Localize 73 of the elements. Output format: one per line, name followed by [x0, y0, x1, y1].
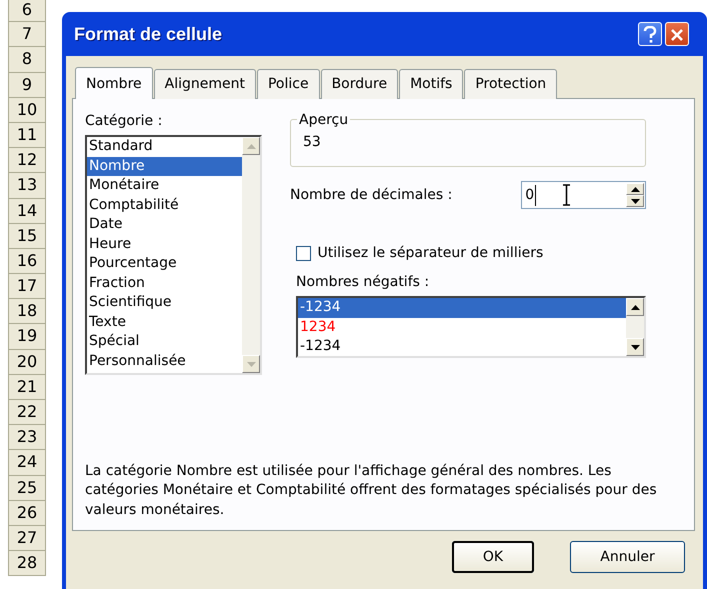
- up-arrow-icon: [630, 186, 640, 192]
- down-arrow-icon: [630, 344, 640, 350]
- list-item[interactable]: Nombre: [87, 156, 242, 176]
- row-header[interactable]: 24: [8, 450, 46, 476]
- down-arrow-icon: [630, 198, 640, 204]
- negative-numbers-label: Nombres négatifs :: [296, 273, 430, 292]
- row-header[interactable]: 10: [8, 98, 46, 123]
- category-list[interactable]: Standard Nombre Monétaire Comptabilité Date Heure Pourcentage Fraction Scientifique Texte Spécial Personnalisée: [85, 135, 262, 376]
- row-header[interactable]: 13: [8, 173, 46, 198]
- list-item[interactable]: -1234: [298, 298, 626, 318]
- scroll-up-button[interactable]: [626, 298, 644, 316]
- row-header[interactable]: 22: [8, 400, 46, 426]
- row-header[interactable]: 14: [8, 198, 46, 224]
- spin-down-button[interactable]: [626, 195, 644, 207]
- decimals-value: 0: [522, 184, 536, 206]
- row-header[interactable]: 23: [8, 425, 46, 450]
- tab[interactable]: Protection: [464, 69, 558, 99]
- category-label: Catégorie :: [85, 112, 164, 131]
- row-header[interactable]: 27: [8, 526, 46, 552]
- list-item[interactable]: Spécial: [87, 332, 242, 352]
- description-text: La catégorie Nombre est utilisée pour l'affichage général des nombres. Les catégories Monétaire et Comptabilité offrent des formatages spécialisés pour des valeurs monétaires.: [85, 462, 658, 520]
- row-header[interactable]: 9: [8, 72, 46, 98]
- close-button[interactable]: [665, 22, 689, 46]
- tab[interactable]: Police: [256, 69, 320, 99]
- decimals-label: Nombre de décimales :: [290, 186, 452, 204]
- list-item[interactable]: Monétaire: [87, 176, 242, 196]
- up-arrow-icon: [630, 304, 640, 310]
- spin-up-button[interactable]: [626, 183, 644, 195]
- tab[interactable]: Nombre: [75, 67, 153, 99]
- row-header[interactable]: 6: [8, 0, 46, 22]
- row-header[interactable]: 7: [8, 22, 46, 48]
- help-button[interactable]: [638, 22, 662, 46]
- close-icon: [670, 28, 684, 42]
- row-header[interactable]: 18: [8, 299, 46, 324]
- list-item[interactable]: Texte: [87, 312, 242, 332]
- row-header[interactable]: 17: [8, 274, 46, 300]
- checkbox-label: Utilisez le séparateur de milliers: [318, 244, 544, 263]
- list-item[interactable]: Heure: [87, 234, 242, 254]
- list-item[interactable]: Date: [87, 215, 242, 235]
- list-item[interactable]: Fraction: [87, 274, 242, 294]
- down-arrow-icon: [246, 362, 256, 367]
- list-item[interactable]: Personnalisée: [87, 352, 242, 372]
- scroll-down-button[interactable]: [626, 338, 644, 356]
- list-item[interactable]: Pourcentage: [87, 254, 242, 274]
- tab[interactable]: Alignement: [154, 69, 256, 99]
- row-header[interactable]: 12: [8, 148, 46, 174]
- list-item[interactable]: 1234: [298, 318, 626, 337]
- row-header[interactable]: 8: [8, 47, 46, 73]
- help-icon: [642, 26, 657, 44]
- row-header[interactable]: 19: [8, 324, 46, 350]
- list-item[interactable]: Standard: [87, 137, 242, 157]
- list-item[interactable]: Scientifique: [87, 293, 242, 313]
- row-header[interactable]: 20: [8, 350, 46, 375]
- row-header[interactable]: 26: [8, 500, 46, 526]
- preview-value: 53: [303, 133, 321, 152]
- list-item[interactable]: -1234: [298, 337, 626, 356]
- negative-numbers-list[interactable]: -1234 1234 -1234: [296, 296, 646, 358]
- up-arrow-icon: [246, 144, 256, 149]
- row-header[interactable]: 28: [8, 551, 46, 576]
- decimals-spinner[interactable]: 0: [521, 181, 646, 209]
- dialog-button[interactable]: Annuler: [570, 541, 685, 573]
- tab[interactable]: Bordure: [320, 69, 398, 99]
- row-header[interactable]: 11: [8, 122, 46, 148]
- dialog-button[interactable]: OK: [452, 541, 534, 573]
- row-header[interactable]: 21: [8, 374, 46, 400]
- row-header[interactable]: 15: [8, 224, 46, 249]
- list-item[interactable]: Comptabilité: [87, 196, 242, 216]
- dialog-title: Format de cellule: [74, 22, 224, 46]
- tab[interactable]: Motifs: [399, 69, 464, 99]
- text-cursor-icon: [562, 184, 572, 206]
- row-header[interactable]: 25: [8, 476, 46, 501]
- checkbox[interactable]: [296, 246, 311, 261]
- row-header[interactable]: 16: [8, 248, 46, 274]
